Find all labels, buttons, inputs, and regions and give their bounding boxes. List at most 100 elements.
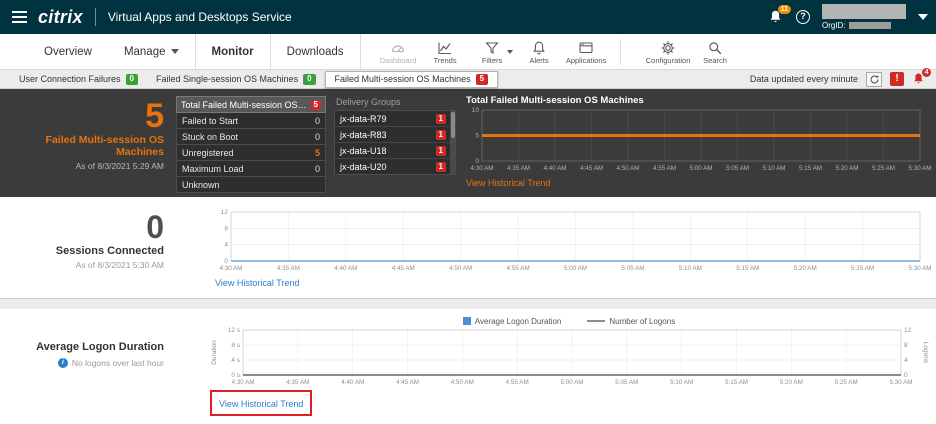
filter-chip[interactable]: User Connection Failures 0 xyxy=(10,72,147,87)
svg-text:10: 10 xyxy=(472,107,480,114)
nav-tab-label: Manage xyxy=(124,46,166,58)
sessions-connected-panel: 0 Sessions Connected As of 8/3/2021 5:30… xyxy=(0,197,936,299)
count-badge: 0 xyxy=(126,74,138,85)
failed-machines-chart-area: Total Failed Multi-session OS Machines 0… xyxy=(466,95,928,197)
notification-count-badge: 11 xyxy=(778,5,791,14)
critical-alert-icon[interactable]: ! xyxy=(890,72,904,86)
toolbar-item[interactable]: Filters xyxy=(469,38,516,65)
failure-breakdown-value: 0 xyxy=(315,132,320,142)
filters-icon xyxy=(484,40,500,56)
svg-text:5:25 AM: 5:25 AM xyxy=(835,379,858,386)
logon-note-text: No logons over last hour xyxy=(72,358,164,368)
citrix-logo: citrix xyxy=(38,7,83,28)
toolbar-right: Configuration Search xyxy=(645,34,739,69)
delivery-group-name: jx-data-R79 xyxy=(340,114,387,124)
annotation-highlight: View Historical Trend xyxy=(210,390,312,416)
svg-text:5:10 AM: 5:10 AM xyxy=(670,379,693,386)
delivery-group-row[interactable]: jx-data-U18 1 xyxy=(335,143,455,159)
delivery-group-row[interactable]: jx-data-R83 1 xyxy=(335,127,455,143)
svg-text:4:55 AM: 4:55 AM xyxy=(506,379,529,386)
divider xyxy=(95,8,96,26)
svg-text:Logons: Logons xyxy=(922,342,929,364)
search-icon xyxy=(707,40,723,56)
chevron-down-icon xyxy=(507,50,513,54)
help-icon[interactable]: ? xyxy=(796,10,810,24)
svg-text:8: 8 xyxy=(904,342,908,349)
failure-breakdown-value: 5 xyxy=(315,148,320,158)
hamburger-menu-icon[interactable] xyxy=(0,0,38,34)
sessions-count: 0 xyxy=(0,211,164,243)
delivery-group-count-badge: 1 xyxy=(436,162,446,172)
chart-legend: Average Logon Duration Number of Logons xyxy=(210,315,928,327)
failed-machines-panel: 5 Failed Multi-session OS Machines As of… xyxy=(0,89,936,197)
legend-line-swatch xyxy=(587,320,605,322)
scrollbar-track[interactable] xyxy=(450,111,455,174)
svg-text:8 s: 8 s xyxy=(231,342,240,349)
logon-chart-area: Average Logon Duration Number of Logons … xyxy=(210,315,928,424)
logon-title: Average Logon Duration xyxy=(0,341,164,353)
toolbar-item-label: Dashboard xyxy=(375,56,422,65)
toolbar-left: Dashboard Trends Filters xyxy=(375,34,610,69)
failure-breakdown-row[interactable]: Maximum Load 0 xyxy=(176,161,326,177)
failed-machines-count: 5 xyxy=(0,99,164,133)
failed-machines-chart-title: Total Failed Multi-session OS Machines xyxy=(466,95,928,106)
svg-text:5:05 AM: 5:05 AM xyxy=(615,379,638,386)
toolbar-item[interactable]: Alerts xyxy=(516,38,563,65)
failure-breakdown-row[interactable]: Unregistered 5 xyxy=(176,145,326,161)
failure-dropdown-header[interactable]: Total Failed Multi-session OS Ma... 5 xyxy=(176,96,326,113)
logon-duration-panel: Average Logon Duration i No logons over … xyxy=(0,309,936,424)
toolbar-item[interactable]: Configuration xyxy=(645,38,692,65)
toolbar-item[interactable]: Applications xyxy=(563,38,610,65)
svg-text:0: 0 xyxy=(904,372,908,379)
refresh-icon[interactable] xyxy=(866,72,882,87)
delivery-group-count-badge: 1 xyxy=(436,146,446,156)
failure-breakdown-row[interactable]: Stuck on Boot 0 xyxy=(176,129,326,145)
org-id-cluster: OrgID: xyxy=(822,4,906,30)
nav-tab[interactable]: Monitor xyxy=(195,34,270,69)
sessions-summary: 0 Sessions Connected As of 8/3/2021 5:30… xyxy=(0,197,170,298)
toolbar-item[interactable]: Dashboard xyxy=(375,38,422,65)
nav-tab[interactable]: Manage xyxy=(108,34,195,69)
svg-text:5:20 AM: 5:20 AM xyxy=(780,379,803,386)
svg-text:5:30 AM: 5:30 AM xyxy=(908,265,931,272)
nav-tab[interactable]: Downloads xyxy=(270,34,360,69)
view-historical-trend-link[interactable]: View Historical Trend xyxy=(466,178,550,188)
info-icon: i xyxy=(58,358,68,368)
failure-breakdown-row[interactable]: Unknown xyxy=(176,177,326,193)
delivery-group-name: jx-data-U18 xyxy=(340,146,387,156)
svg-text:4:40 AM: 4:40 AM xyxy=(334,265,357,272)
toolbar-item[interactable]: Trends xyxy=(422,38,469,65)
delivery-group-row[interactable]: jx-data-R79 1 xyxy=(335,111,455,127)
failure-breakdown-row[interactable]: Failed to Start 0 xyxy=(176,113,326,129)
filter-chip-bar: User Connection Failures 0 Failed Single… xyxy=(0,70,936,89)
toolbar-item-label: Alerts xyxy=(516,56,563,65)
delivery-groups-column: Delivery Groups jx-data-R79 1 jx-data-R8… xyxy=(334,96,456,197)
service-title: Virtual Apps and Desktops Service xyxy=(108,10,292,24)
data-updated-text: Data updated every minute xyxy=(750,74,858,84)
view-historical-trend-link[interactable]: View Historical Trend xyxy=(215,278,299,288)
delivery-group-count-badge: 1 xyxy=(436,130,446,140)
filter-chip[interactable]: Failed Multi-session OS Machines 5 xyxy=(325,71,499,88)
svg-text:4:40 AM: 4:40 AM xyxy=(543,165,566,172)
scrollbar-thumb[interactable] xyxy=(451,112,455,138)
account-chevron-down-icon[interactable] xyxy=(918,14,928,20)
svg-text:4: 4 xyxy=(904,357,908,364)
view-historical-trend-link[interactable]: View Historical Trend xyxy=(219,399,303,409)
svg-text:5:30 AM: 5:30 AM xyxy=(889,379,912,386)
divider xyxy=(620,39,621,65)
toolbar-item[interactable]: Search xyxy=(692,38,739,65)
delivery-group-row[interactable]: jx-data-U20 1 xyxy=(335,159,455,174)
svg-text:4:45 AM: 4:45 AM xyxy=(396,379,419,386)
configuration-icon xyxy=(660,40,676,56)
svg-text:5: 5 xyxy=(475,133,479,140)
svg-text:5:10 AM: 5:10 AM xyxy=(762,165,785,172)
failure-dropdown-badge: 5 xyxy=(311,100,321,110)
alerts-bell-icon[interactable]: 4 xyxy=(912,72,926,86)
toolbar-item-label: Filters xyxy=(469,56,516,65)
filter-chip[interactable]: Failed Single-session OS Machines 0 xyxy=(147,72,325,87)
nav-tab[interactable]: Overview xyxy=(28,34,108,69)
notifications-bell-icon[interactable]: 11 xyxy=(768,9,784,25)
svg-text:8: 8 xyxy=(224,225,228,232)
svg-text:4:55 AM: 4:55 AM xyxy=(653,165,676,172)
redacted-account-box xyxy=(822,4,906,19)
